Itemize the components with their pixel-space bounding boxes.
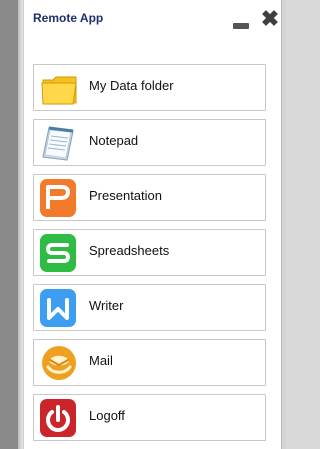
mail-icon xyxy=(39,343,79,383)
power-icon xyxy=(40,399,76,437)
menu-item-label: Spreadsheets xyxy=(89,243,170,258)
menu-item-my-data-folder[interactable]: My Data folder xyxy=(33,64,266,111)
menu-item-label: Logoff xyxy=(89,408,125,423)
menu-item-label: Notepad xyxy=(89,133,139,148)
menu-item-label: Presentation xyxy=(89,188,162,203)
app-title: Remote App xyxy=(33,11,104,25)
menu-item-spreadsheets[interactable]: Spreadsheets xyxy=(33,229,266,276)
writer-icon xyxy=(40,289,76,327)
close-icon[interactable]: ✖ xyxy=(260,7,280,31)
menu-item-mail[interactable]: Mail xyxy=(33,339,266,386)
folder-icon xyxy=(41,70,78,106)
notepad-icon xyxy=(39,124,79,164)
menu-item-logoff[interactable]: Logoff xyxy=(33,394,266,441)
minimize-icon[interactable] xyxy=(233,23,249,29)
menu-item-presentation[interactable]: Presentation xyxy=(33,174,266,221)
left-window-strip xyxy=(0,0,23,449)
menu-item-label: My Data folder xyxy=(89,78,174,93)
menu-item-notepad[interactable]: Notepad xyxy=(33,119,266,166)
menu-item-writer[interactable]: Writer xyxy=(33,284,266,331)
right-window-edge xyxy=(281,0,286,449)
spreadsheets-icon xyxy=(40,234,76,272)
menu-item-label: Mail xyxy=(89,353,113,368)
presentation-icon xyxy=(40,179,76,217)
menu-item-label: Writer xyxy=(89,298,124,313)
